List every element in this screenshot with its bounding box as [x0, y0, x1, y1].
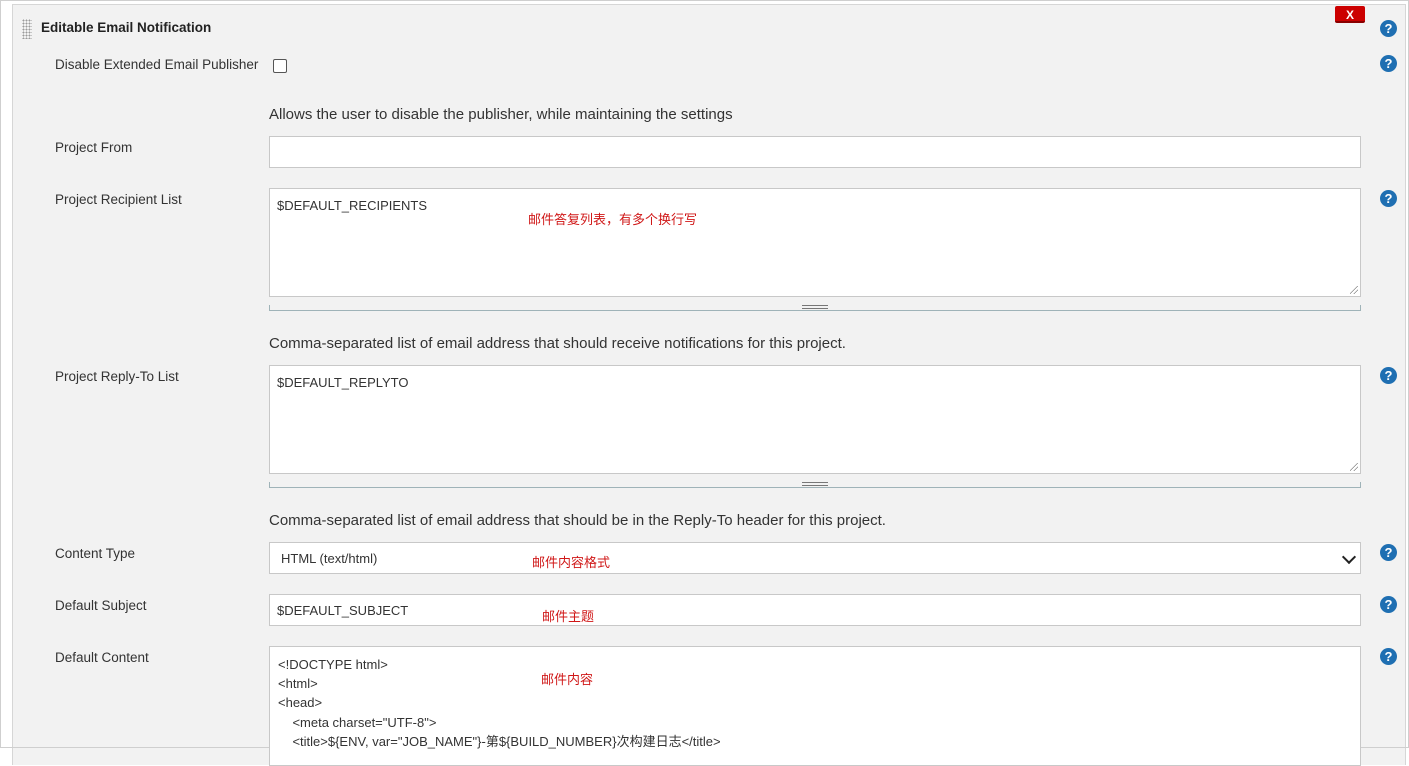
default-subject-label: Default Subject	[55, 598, 147, 613]
reply-to-list-resize-grip[interactable]	[269, 482, 1361, 488]
resize-corner-icon[interactable]	[1350, 286, 1358, 294]
recipient-list-resize-grip[interactable]	[269, 305, 1361, 311]
recipient-list-value: $DEFAULT_RECIPIENTS	[277, 198, 428, 213]
help-icon-default-content[interactable]: ?	[1380, 648, 1397, 665]
help-icon-disable-publisher[interactable]: ?	[1380, 55, 1397, 72]
chevron-down-icon	[1341, 549, 1357, 565]
code-line: <!DOCTYPE html>	[278, 657, 388, 672]
default-subject-annotation: 邮件主题	[542, 610, 595, 625]
content-type-select[interactable]: HTML (text/html)	[269, 542, 1361, 574]
grip-lines-icon	[802, 305, 828, 309]
project-from-label: Project From	[55, 140, 133, 155]
help-icon-default-subject[interactable]: ?	[1380, 596, 1397, 613]
disable-publisher-checkbox[interactable]	[273, 59, 287, 73]
reply-to-list-value: $DEFAULT_REPLYTO	[277, 375, 409, 390]
disable-publisher-label: Disable Extended Email Publisher	[55, 57, 259, 72]
help-icon-section[interactable]: ?	[1380, 20, 1397, 37]
code-line: <title>${ENV, var="JOB_NAME"}-第${BUILD_N…	[278, 733, 721, 749]
code-line: <meta charset="UTF-8">	[278, 714, 437, 730]
section-title: Editable Email Notification	[41, 20, 212, 35]
code-line: <html>	[278, 676, 318, 692]
recipient-list-textarea[interactable]: $DEFAULT_RECIPIENTS	[269, 188, 1361, 297]
disable-publisher-description: Allows the user to disable the publisher…	[269, 106, 733, 123]
project-from-input[interactable]	[269, 136, 1361, 168]
help-icon-reply-to-list[interactable]: ?	[1380, 367, 1397, 384]
help-icon-recipient-list[interactable]: ?	[1380, 190, 1397, 207]
delete-section-button[interactable]: X	[1335, 6, 1365, 23]
reply-to-list-label: Project Reply-To List	[55, 369, 179, 384]
reply-to-list-description: Comma-separated list of email address th…	[269, 512, 886, 529]
recipient-list-description: Comma-separated list of email address th…	[269, 335, 846, 352]
recipient-list-annotation: 邮件答复列表，有多个换行写	[528, 213, 698, 228]
content-type-selected: HTML (text/html)	[281, 551, 378, 566]
content-type-annotation: 邮件内容格式	[532, 556, 611, 571]
recipient-list-label: Project Recipient List	[55, 192, 182, 207]
content-type-label: Content Type	[55, 546, 136, 561]
grip-lines-icon	[802, 482, 828, 486]
default-subject-input[interactable]: $DEFAULT_SUBJECT	[269, 594, 1361, 626]
default-content-label: Default Content	[55, 650, 149, 665]
default-content-textarea[interactable]: <!DOCTYPE html> <html> <head> <meta char…	[269, 646, 1361, 766]
resize-corner-icon[interactable]	[1350, 463, 1358, 471]
help-icon-content-type[interactable]: ?	[1380, 544, 1397, 561]
drag-handle-icon[interactable]	[22, 19, 32, 39]
default-content-annotation: 邮件内容	[541, 673, 594, 688]
code-line: <head>	[278, 695, 323, 711]
reply-to-list-textarea[interactable]: $DEFAULT_REPLYTO	[269, 365, 1361, 474]
